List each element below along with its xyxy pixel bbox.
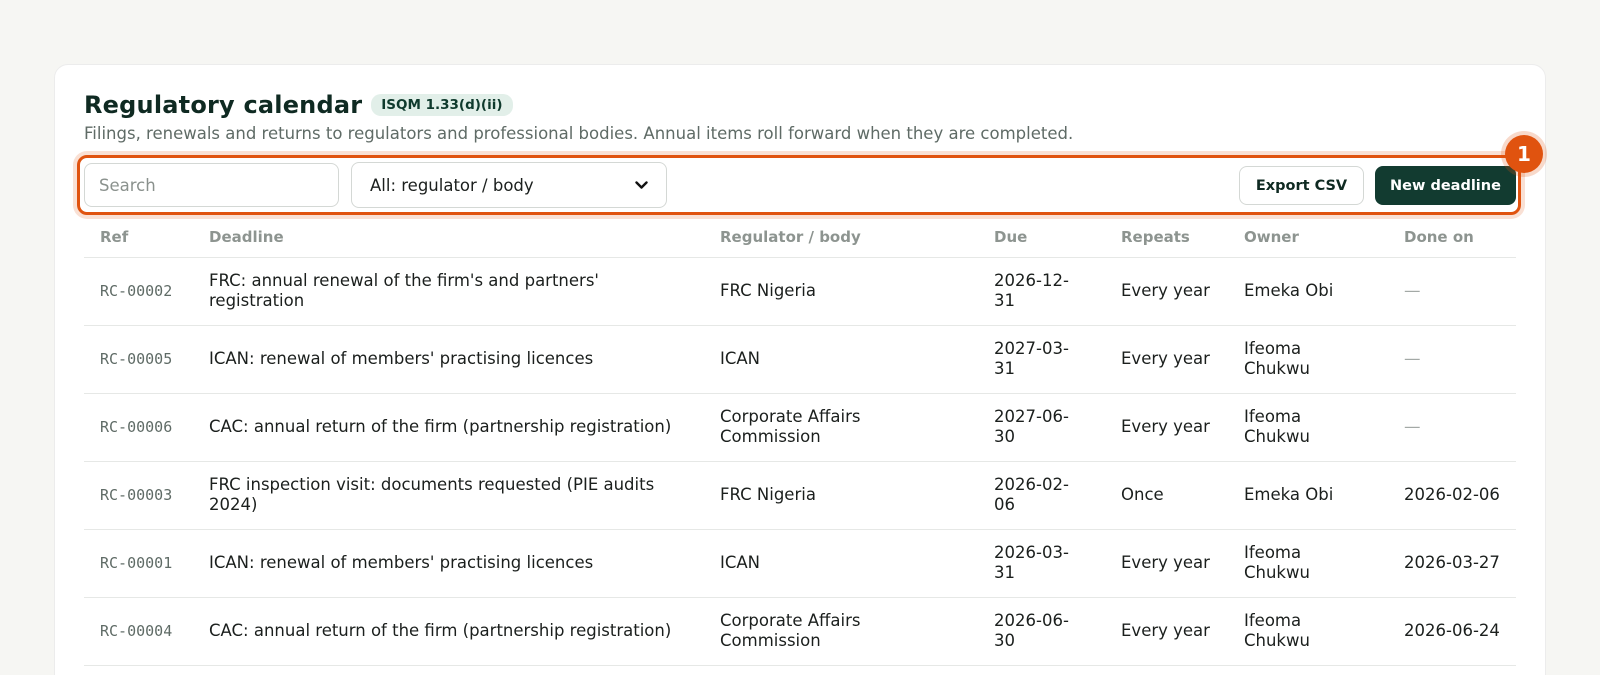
cell-repeats: Every year xyxy=(1105,325,1228,394)
cell-due: 2026-06-30 xyxy=(978,597,1105,666)
step-number-badge: 1 xyxy=(1505,135,1543,173)
column-header-ref[interactable]: Ref xyxy=(84,217,193,258)
page-subtitle: Filings, renewals and returns to regulat… xyxy=(84,124,1074,143)
cell-due: 2026-02-06 xyxy=(978,461,1105,530)
cell-ref: RC-00003 xyxy=(84,461,193,530)
table-row[interactable]: RC-00003 FRC inspection visit: documents… xyxy=(84,461,1516,530)
cell-deadline: FRC: annual renewal of the firm's and pa… xyxy=(193,257,704,326)
cell-due: 2026-03-31 xyxy=(978,529,1105,598)
cell-done-on: — xyxy=(1388,325,1516,394)
cell-ref: RC-00002 xyxy=(84,257,193,326)
cell-deadline: ICAN: renewal of members' practising lic… xyxy=(193,529,704,598)
chevron-down-icon xyxy=(634,178,648,192)
cell-owner: Ifeoma Chukwu xyxy=(1228,597,1388,666)
cell-regulator: Corporate Affairs Commission xyxy=(704,393,978,462)
cell-done-on: 2026-02-06 xyxy=(1388,461,1516,530)
cell-deadline: CAC: annual return of the firm (partners… xyxy=(193,393,704,462)
page-title: Regulatory calendar xyxy=(84,91,363,119)
cell-owner: Ifeoma Chukwu xyxy=(1228,325,1388,394)
cell-regulator: ICAN xyxy=(704,529,978,598)
regulator-filter-select[interactable]: All: regulator / body xyxy=(351,162,667,208)
cell-deadline: ICAN: renewal of members' practising lic… xyxy=(193,325,704,394)
cell-repeats: Every year xyxy=(1105,529,1228,598)
new-deadline-button[interactable]: New deadline xyxy=(1375,166,1516,205)
cell-owner: Emeka Obi xyxy=(1228,461,1388,530)
cell-regulator: ICAN xyxy=(704,325,978,394)
column-header-due[interactable]: Due xyxy=(978,217,1105,258)
cell-done-on: — xyxy=(1388,257,1516,326)
cell-owner: Ifeoma Chukwu xyxy=(1228,393,1388,462)
table-header-row: Ref Deadline Regulator / body Due Repeat… xyxy=(84,217,1516,258)
cell-deadline: CAC: annual return of the firm (partners… xyxy=(193,597,704,666)
cell-done-on: — xyxy=(1388,393,1516,462)
column-header-deadline[interactable]: Deadline xyxy=(193,217,704,258)
cell-repeats: Every year xyxy=(1105,393,1228,462)
cell-repeats: Every year xyxy=(1105,257,1228,326)
column-header-done-on[interactable]: Done on xyxy=(1388,217,1516,258)
table-row[interactable]: RC-00004 CAC: annual return of the firm … xyxy=(84,597,1516,666)
table-row[interactable]: RC-00006 CAC: annual return of the firm … xyxy=(84,393,1516,462)
cell-regulator: FRC Nigeria xyxy=(704,461,978,530)
cell-done-on: 2026-06-24 xyxy=(1388,597,1516,666)
cell-regulator: Corporate Affairs Commission xyxy=(704,597,978,666)
column-header-regulator[interactable]: Regulator / body xyxy=(704,217,978,258)
page-header: Regulatory calendar ISQM 1.33(d)(ii) Fil… xyxy=(84,91,1516,143)
cell-due: 2027-06-30 xyxy=(978,393,1105,462)
cell-owner: Emeka Obi xyxy=(1228,257,1388,326)
regulatory-calendar-card: Regulatory calendar ISQM 1.33(d)(ii) Fil… xyxy=(54,64,1546,675)
deadlines-table: Ref Deadline Regulator / body Due Repeat… xyxy=(84,217,1516,666)
cell-due: 2026-12-31 xyxy=(978,257,1105,326)
column-header-repeats[interactable]: Repeats xyxy=(1105,217,1228,258)
cell-ref: RC-00004 xyxy=(84,597,193,666)
cell-ref: RC-00006 xyxy=(84,393,193,462)
title-row: Regulatory calendar ISQM 1.33(d)(ii) xyxy=(84,91,1516,119)
cell-ref: RC-00005 xyxy=(84,325,193,394)
table-row[interactable]: RC-00002 FRC: annual renewal of the firm… xyxy=(84,257,1516,326)
cell-repeats: Every year xyxy=(1105,597,1228,666)
search-input[interactable] xyxy=(84,163,339,207)
cell-done-on: 2026-03-27 xyxy=(1388,529,1516,598)
cell-ref: RC-00001 xyxy=(84,529,193,598)
cell-deadline: FRC inspection visit: documents requeste… xyxy=(193,461,704,530)
regulator-filter-value: All: regulator / body xyxy=(370,175,534,195)
cell-due: 2027-03-31 xyxy=(978,325,1105,394)
table-row[interactable]: RC-00001 ICAN: renewal of members' pract… xyxy=(84,529,1516,598)
cell-owner: Ifeoma Chukwu xyxy=(1228,529,1388,598)
isqm-reference-badge: ISQM 1.33(d)(ii) xyxy=(371,94,513,116)
table-row[interactable]: RC-00005 ICAN: renewal of members' pract… xyxy=(84,325,1516,394)
column-header-owner[interactable]: Owner xyxy=(1228,217,1388,258)
export-csv-button[interactable]: Export CSV xyxy=(1239,166,1364,205)
cell-regulator: FRC Nigeria xyxy=(704,257,978,326)
cell-repeats: Once xyxy=(1105,461,1228,530)
